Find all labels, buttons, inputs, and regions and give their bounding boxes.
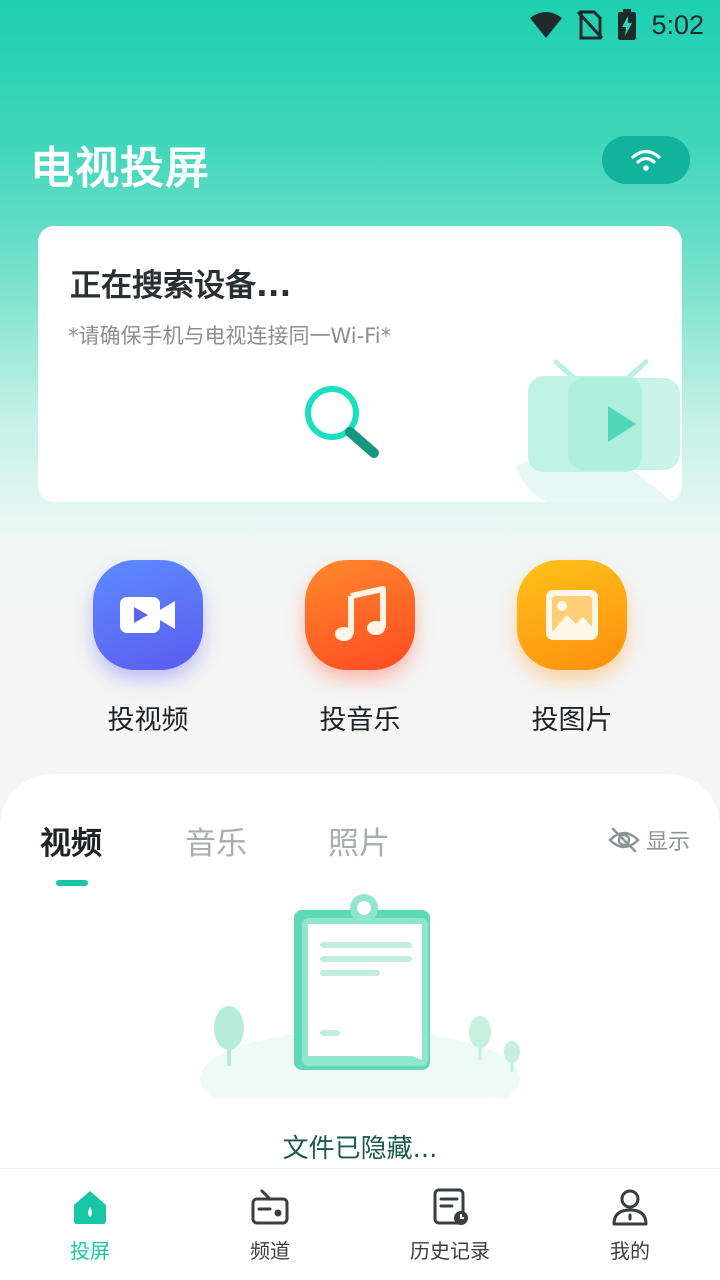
search-wifi-hint: *请确保手机与电视连接同一Wi-Fi* (68, 324, 392, 348)
cast-actions: 投视频 投音乐 投图片 (0, 560, 720, 740)
tv-illustration (516, 359, 680, 502)
nav-label-history: 历史记录 (410, 1239, 490, 1263)
nav-item-cast[interactable]: 投屏 (30, 1187, 150, 1264)
nav-label-mine: 我的 (610, 1239, 650, 1263)
tab-video[interactable]: 视频 (40, 818, 102, 863)
empty-clipboard-illustration (200, 894, 520, 1098)
nav-item-mine[interactable]: 我的 (570, 1187, 690, 1264)
cast-video-button[interactable]: 投视频 (68, 560, 228, 737)
nav-label-channel: 频道 (250, 1239, 290, 1263)
no-sim-icon (577, 10, 604, 40)
media-sheet: 视频 音乐 照片 显示 文件已隐藏... (0, 774, 720, 1174)
cast-music-button[interactable]: 投音乐 (280, 560, 440, 737)
status-time: 5:02 (651, 9, 704, 40)
nav-label-cast: 投屏 (70, 1239, 110, 1263)
status-bar: 5:02 (0, 0, 720, 50)
wifi-signal-icon (530, 12, 563, 38)
cast-image-button[interactable]: 投图片 (492, 560, 652, 737)
show-toggle-label: 显示 (645, 830, 690, 855)
user-profile-icon (612, 1189, 648, 1226)
cast-image-label: 投图片 (531, 705, 613, 736)
home-icon (74, 1191, 106, 1224)
tab-photo[interactable]: 照片 (328, 818, 390, 863)
device-search-card[interactable]: 正在搜索设备... *请确保手机与电视连接同一Wi-Fi* (38, 226, 682, 502)
wifi-settings-button[interactable] (602, 136, 690, 184)
empty-state-message: 文件已隐藏... (282, 1134, 438, 1164)
cast-video-label: 投视频 (107, 705, 189, 736)
nav-item-history[interactable]: 历史记录 (390, 1187, 510, 1264)
radio-icon (251, 1189, 289, 1225)
show-hidden-toggle[interactable]: 显示 (608, 824, 690, 856)
history-document-icon (433, 1188, 468, 1225)
bottom-nav: 投屏 频道 历史记录 我的 (0, 1168, 720, 1280)
video-camera-icon (93, 560, 203, 670)
tab-music[interactable]: 音乐 (185, 818, 247, 863)
wifi-icon (631, 149, 661, 171)
image-icon (517, 560, 627, 670)
tab-indicator (56, 880, 88, 886)
music-note-icon (305, 560, 415, 670)
eye-off-icon (608, 827, 640, 853)
cast-music-label: 投音乐 (319, 705, 401, 736)
app-title: 电视投屏 (30, 143, 210, 194)
magnifier-icon (305, 386, 379, 458)
search-status-title: 正在搜索设备... (70, 268, 292, 304)
battery-charging-icon (618, 9, 637, 40)
nav-item-channel[interactable]: 频道 (210, 1187, 330, 1264)
